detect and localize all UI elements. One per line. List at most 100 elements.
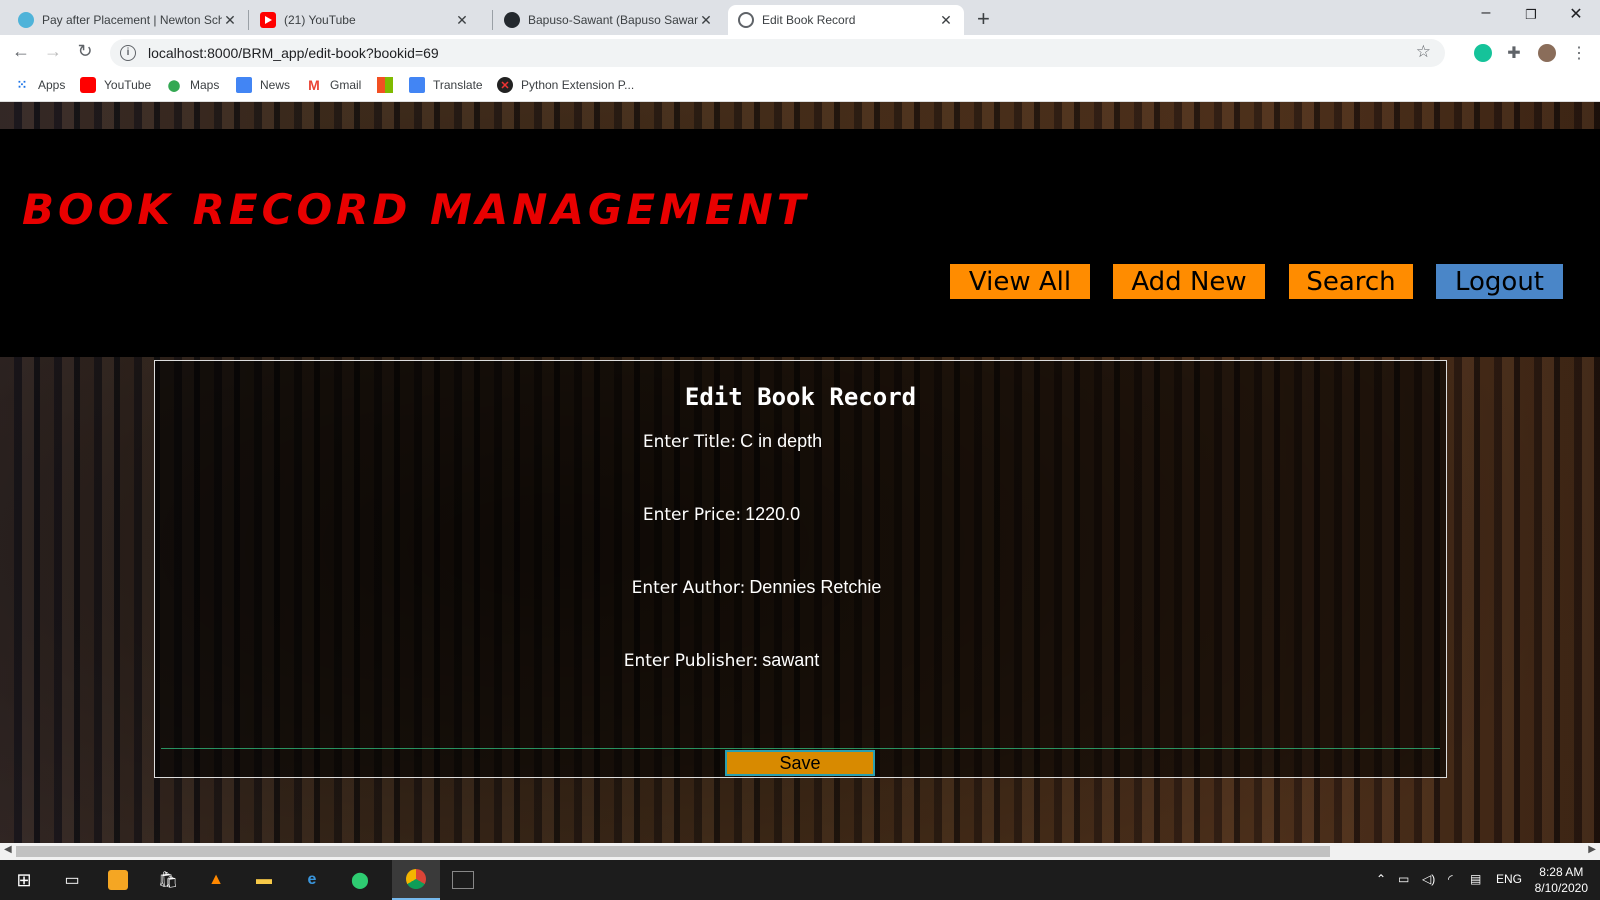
maps-pin-icon: ⬤ — [167, 79, 181, 92]
site-info-icon[interactable]: i — [120, 45, 136, 61]
bookmark-news[interactable]: News — [236, 77, 290, 93]
view-all-button[interactable]: View All — [950, 264, 1090, 299]
youtube-favicon-icon — [260, 12, 276, 28]
title-row: Enter Title: C in depth — [87, 431, 1378, 452]
bookmark-python-extension[interactable]: ✕ Python Extension P... — [497, 77, 634, 93]
translate-icon — [409, 77, 425, 93]
show-hidden-icons-icon[interactable]: ⌃ — [1376, 872, 1386, 886]
close-tab-icon[interactable]: ✕ — [938, 12, 954, 29]
author-label: Enter Author: — [631, 577, 746, 598]
menu-dots-icon[interactable]: ⋮ — [1568, 43, 1590, 63]
horizontal-scrollbar[interactable]: ◀ ▶ — [0, 843, 1600, 860]
publisher-row: Enter Publisher: sawant — [76, 650, 1367, 671]
new-tab-button[interactable]: + — [977, 6, 990, 32]
chrome-icon[interactable] — [392, 860, 440, 900]
title-label: Enter Title: — [642, 431, 737, 452]
back-arrow-icon[interactable]: ← — [10, 41, 32, 62]
apps-grid-icon: ⁙ — [16, 77, 28, 92]
address-bar[interactable]: i localhost:8000/BRM_app/edit-book?booki… — [110, 39, 1445, 67]
gmail-icon: M — [308, 77, 320, 93]
tab-label: Edit Book Record — [762, 13, 856, 27]
extensions-puzzle-icon[interactable]: ✚ — [1503, 43, 1525, 63]
browser-toolbar: ← → ↻ i localhost:8000/BRM_app/edit-book… — [0, 35, 1600, 70]
price-row: Enter Price: 1220.0 — [76, 504, 1367, 525]
bookmark-apps[interactable]: ⁙ Apps — [14, 77, 66, 93]
close-tab-icon[interactable]: ✕ — [698, 12, 714, 29]
clock-time: 8:28 AM — [1539, 865, 1584, 879]
bookmark-translate[interactable]: Translate — [409, 77, 483, 93]
scroll-right-icon[interactable]: ▶ — [1588, 844, 1596, 855]
save-button[interactable]: Save — [725, 750, 875, 776]
windows-taskbar: ⊞ ▭ 🛍 ▲ ▬ e ⬤ ⌃ ▭ ◁) ◜ ▤ ENG 8:28 AM 8/1… — [0, 860, 1600, 900]
restore-icon[interactable]: ❐ — [1519, 7, 1543, 23]
bookmark-label: News — [260, 78, 291, 92]
sublime-text-icon[interactable] — [108, 870, 128, 890]
bookmarks-bar: ⁙ Apps YouTube ⬤ Maps News M Gmail Trans… — [0, 70, 1600, 102]
close-window-icon[interactable]: ✕ — [1564, 4, 1588, 24]
edge-icon[interactable]: e — [300, 868, 324, 892]
bookmark-label: Apps — [38, 78, 66, 92]
form-divider — [161, 748, 1440, 749]
terminal-icon[interactable] — [452, 871, 474, 889]
bookmark-label: Gmail — [330, 78, 362, 92]
bookmark-label: Python Extension P... — [521, 78, 635, 92]
price-label: Enter Price: — [642, 504, 742, 525]
url-text: localhost:8000/BRM_app/edit-book?bookid=… — [148, 45, 439, 61]
globe-icon — [738, 12, 754, 28]
system-clock[interactable]: 8:28 AM 8/10/2020 — [1535, 864, 1588, 896]
clock-date: 8/10/2020 — [1534, 881, 1588, 895]
windows-start-icon[interactable]: ⊞ — [12, 868, 36, 892]
avatar[interactable] — [1538, 44, 1556, 62]
close-tab-icon[interactable]: ✕ — [222, 12, 238, 29]
form-title: Edit Book Record — [684, 383, 917, 411]
bookmark-youtube[interactable]: YouTube — [80, 77, 151, 93]
author-row: Enter Author: Dennies Retchie — [111, 577, 1402, 598]
title-field[interactable]: C in depth — [740, 431, 822, 452]
store-bag-icon[interactable]: 🛍 — [156, 868, 180, 892]
python-extension-icon: ✕ — [497, 77, 513, 93]
github-favicon-icon — [504, 12, 520, 28]
search-button[interactable]: Search — [1289, 264, 1413, 299]
add-new-button[interactable]: Add New — [1113, 264, 1265, 299]
bookmark-microsoft[interactable] — [377, 77, 401, 93]
price-field[interactable]: 1220.0 — [745, 504, 800, 525]
vlc-cone-icon[interactable]: ▲ — [204, 868, 228, 892]
wifi-icon[interactable]: ◜ — [1448, 872, 1453, 886]
publisher-field[interactable]: sawant — [762, 650, 819, 671]
battery-icon[interactable]: ▭ — [1398, 872, 1409, 886]
bookmark-star-icon[interactable]: ☆ — [1416, 42, 1431, 62]
tab-label: (21) YouTube — [284, 13, 356, 27]
microsoft-icon — [377, 77, 393, 93]
minimize-icon[interactable]: – — [1474, 4, 1498, 22]
scroll-left-icon[interactable]: ◀ — [4, 844, 12, 855]
bookmark-label: Translate — [433, 78, 483, 92]
tab-label: Pay after Placement | Newton Sch — [42, 13, 222, 27]
maps-app-icon[interactable]: ⬤ — [348, 868, 372, 892]
tab-separator — [248, 10, 249, 30]
scrollbar-thumb[interactable] — [16, 846, 1330, 857]
bookmark-label: Maps — [190, 78, 220, 92]
bookmark-gmail[interactable]: M Gmail — [306, 77, 361, 93]
tab-github[interactable]: Bapuso-Sawant (Bapuso Sawant) ✕ — [494, 5, 724, 35]
grammarly-icon[interactable] — [1474, 44, 1492, 62]
tab-separator — [492, 10, 493, 30]
tab-label: Bapuso-Sawant (Bapuso Sawant) — [528, 13, 698, 27]
youtube-icon — [80, 77, 96, 93]
file-explorer-icon[interactable]: ▬ — [252, 868, 276, 892]
bookmark-maps[interactable]: ⬤ Maps — [166, 77, 220, 93]
tab-edit-book-record[interactable]: Edit Book Record ✕ — [728, 5, 964, 35]
close-tab-icon[interactable]: ✕ — [454, 12, 470, 29]
task-view-icon[interactable]: ▭ — [60, 868, 84, 892]
forward-arrow-icon[interactable]: → — [42, 41, 64, 62]
brand-title: BOOK RECORD MANAGEMENT — [22, 185, 810, 234]
publisher-label: Enter Publisher: — [623, 650, 759, 671]
language-indicator[interactable]: ENG — [1496, 872, 1522, 886]
volume-icon[interactable]: ◁) — [1422, 872, 1435, 886]
tab-youtube[interactable]: (21) YouTube ✕ — [250, 5, 480, 35]
reload-icon[interactable]: ↻ — [74, 41, 96, 62]
author-field[interactable]: Dennies Retchie — [749, 577, 881, 598]
notification-icon[interactable]: ▤ — [1470, 872, 1481, 886]
tab-newton[interactable]: Pay after Placement | Newton Sch ✕ — [8, 5, 248, 35]
newton-favicon-icon — [18, 12, 34, 28]
logout-button[interactable]: Logout — [1436, 264, 1563, 299]
